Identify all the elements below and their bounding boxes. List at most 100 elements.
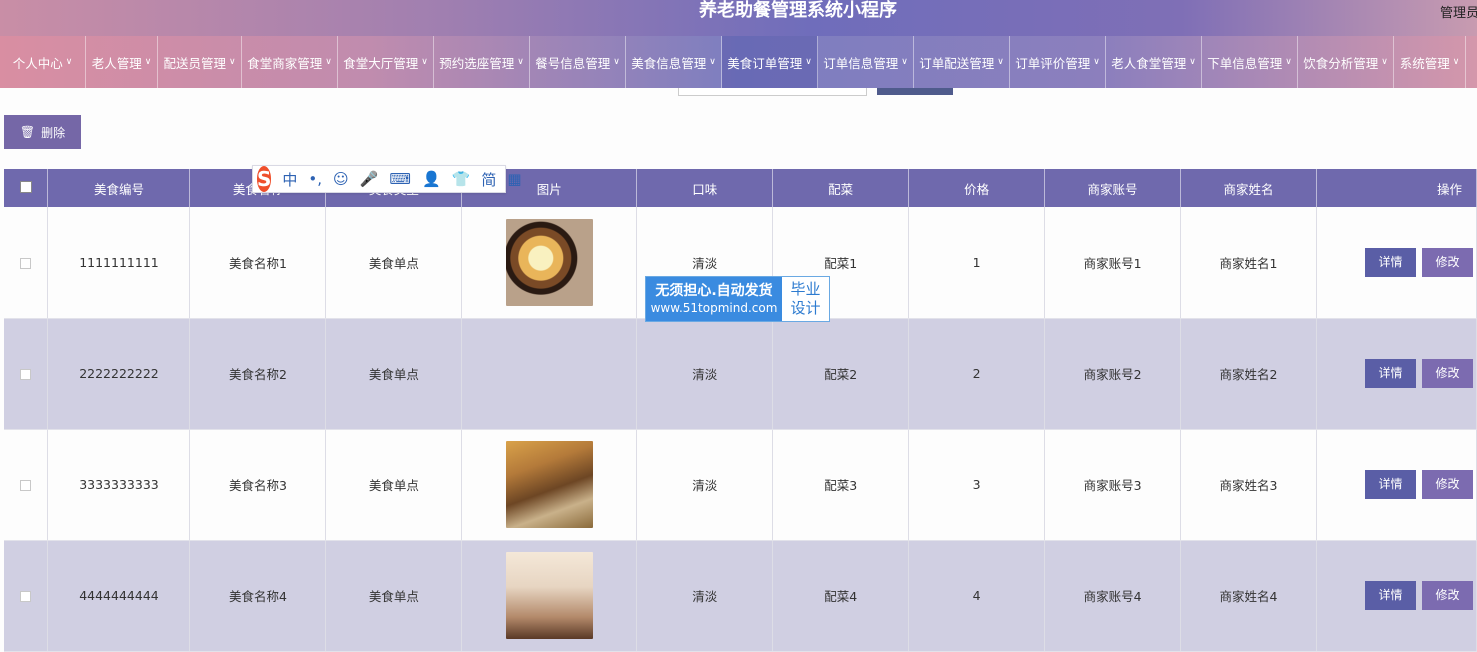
table-row: 3333333333 美食名称3 美食单点 清淡 配菜3 3 商家账号3 商家姓… <box>4 429 1477 541</box>
cell-name: 美食名称2 <box>189 318 327 430</box>
nav-item-seat-booking[interactable]: 预约选座管理 ∨ <box>434 36 530 88</box>
cell-side: 配菜3 <box>772 429 910 541</box>
nav-item-order-review[interactable]: 订单评价管理 ∨ <box>1010 36 1106 88</box>
ime-keyboard-icon[interactable]: ⌨ <box>389 170 411 188</box>
row-checkbox[interactable] <box>20 480 32 491</box>
select-all-checkbox[interactable] <box>19 180 32 193</box>
cell-side: 配菜2 <box>772 318 910 430</box>
nav-item-personal-center[interactable]: 个人中心 ∨ <box>0 36 86 88</box>
chevron-down-icon: ∨ <box>65 57 73 67</box>
app-title: 养老助餐管理系统小程序 <box>699 0 897 21</box>
nav-item-food-info[interactable]: 美食信息管理 ∨ <box>626 36 722 88</box>
cell-side: 配菜4 <box>772 540 910 652</box>
food-image <box>505 441 593 528</box>
main-nav: 个人中心 ∨ 老人管理 ∨ 配送员管理 ∨ 食堂商家管理 ∨ 食堂大厅管理 ∨ 预约选座管… <box>0 36 1477 88</box>
row-checkbox[interactable] <box>20 257 32 269</box>
ime-skin-icon[interactable]: 👕 <box>452 170 471 188</box>
food-table: 美食编号 美食名称 美食类型 图片 口味 配菜 价格 商家账号 商家姓名 操作 … <box>4 169 1477 652</box>
search-input[interactable] <box>678 88 867 96</box>
detail-button[interactable]: 详情 <box>1365 359 1416 388</box>
watermark-side-top: 毕业 <box>790 280 821 298</box>
food-image-empty <box>461 318 638 430</box>
watermark-main-text: 无须担心.自动发货 <box>655 283 773 299</box>
nav-item-system[interactable]: 系统管理 ∨ <box>1394 36 1466 88</box>
cell-taste: 清淡 <box>636 318 774 430</box>
nav-item-elderly-canteen[interactable]: 老人食堂管理 ∨ <box>1106 36 1202 88</box>
edit-button[interactable]: 修改 <box>1422 247 1473 277</box>
chevron-down-icon: ∨ <box>709 57 716 67</box>
trash-icon: 🗑 <box>19 125 36 139</box>
row-checkbox[interactable] <box>20 369 32 380</box>
cell-type: 美食单点 <box>325 207 463 319</box>
ime-emoji-icon[interactable]: ☺ <box>333 170 349 188</box>
col-header: 美食编号 <box>47 169 191 207</box>
detail-button[interactable]: 详情 <box>1365 581 1416 610</box>
cell-owner: 商家姓名4 <box>1180 540 1317 652</box>
food-image <box>505 552 593 639</box>
delete-button[interactable]: 🗑 删除 <box>4 115 81 149</box>
search-button[interactable] <box>877 88 953 95</box>
ime-toolbox-icon[interactable]: ▦ <box>507 170 521 188</box>
watermark-url: www.51topmind.com <box>650 301 778 315</box>
ime-voice-icon[interactable]: 🎤 <box>360 170 379 188</box>
watermark-badge: 无须担心.自动发货 www.51topmind.com 毕业 设计 <box>645 276 830 322</box>
chevron-down-icon: ∨ <box>325 57 332 67</box>
cell-owner: 商家姓名2 <box>1180 318 1317 430</box>
cell-type: 美食单点 <box>325 429 463 541</box>
ime-chinese-mode-icon[interactable]: 中 <box>282 169 297 190</box>
nav-item-canteen-merchant[interactable]: 食堂商家管理 ∨ <box>242 36 338 88</box>
admin-user-label[interactable]: 管理员 <box>1440 2 1477 21</box>
sogou-logo-icon: S <box>257 166 272 192</box>
col-header: 配菜 <box>772 169 910 207</box>
cell-price: 1 <box>908 207 1046 319</box>
cell-account: 商家账号4 <box>1044 540 1182 652</box>
nav-item-canteen-hall[interactable]: 食堂大厅管理 ∨ <box>338 36 434 88</box>
detail-button[interactable]: 详情 <box>1365 470 1416 499</box>
nav-item-courier[interactable]: 配送员管理 ∨ <box>158 36 242 88</box>
nav-item-food-orders[interactable]: 美食订单管理 ∨ <box>722 36 818 88</box>
edit-button[interactable]: 修改 <box>1422 359 1473 388</box>
chevron-down-icon: ∨ <box>1452 57 1460 67</box>
chevron-down-icon: ∨ <box>1285 57 1292 67</box>
chevron-down-icon: ∨ <box>613 57 620 67</box>
cell-name: 美食名称4 <box>189 540 327 652</box>
cell-account: 商家账号1 <box>1044 207 1182 319</box>
cell-code: 4444444444 <box>47 540 191 652</box>
cell-name: 美食名称3 <box>189 429 327 541</box>
nav-item-elderly[interactable]: 老人管理 ∨ <box>86 36 158 88</box>
col-header: 操作 <box>1316 169 1477 207</box>
table-row: 4444444444 美食名称4 美食单点 清淡 配菜4 4 商家账号4 商家姓… <box>4 540 1477 652</box>
chevron-down-icon: ∨ <box>901 57 908 67</box>
edit-button[interactable]: 修改 <box>1422 470 1473 499</box>
nav-item-diet-analysis[interactable]: 饮食分析管理 ∨ <box>1298 36 1394 88</box>
nav-item-order-info[interactable]: 订单信息管理 ∨ <box>818 36 914 88</box>
row-checkbox[interactable] <box>20 591 32 602</box>
cell-account: 商家账号3 <box>1044 429 1182 541</box>
cell-owner: 商家姓名3 <box>1180 429 1317 541</box>
cell-owner: 商家姓名1 <box>1180 207 1317 319</box>
chevron-down-icon: ∨ <box>228 57 236 67</box>
select-all-checkbox-cell[interactable] <box>4 169 49 207</box>
col-header: 价格 <box>908 169 1046 207</box>
cell-price: 4 <box>908 540 1046 652</box>
cell-account: 商家账号2 <box>1044 318 1182 430</box>
food-image <box>505 218 593 306</box>
nav-item-order-placement[interactable]: 下单信息管理 ∨ <box>1202 36 1298 88</box>
nav-item-meal-number[interactable]: 餐号信息管理 ∨ <box>530 36 626 88</box>
detail-button[interactable]: 详情 <box>1365 247 1416 277</box>
ime-user-icon[interactable]: 👤 <box>422 170 441 188</box>
chevron-down-icon: ∨ <box>517 57 524 67</box>
chevron-down-icon: ∨ <box>1189 57 1196 67</box>
chevron-down-icon: ∨ <box>144 57 152 67</box>
cell-type: 美食单点 <box>325 318 463 430</box>
cell-type: 美食单点 <box>325 540 463 652</box>
ime-toolbar: S 中 •, ☺ 🎤 ⌨ 👤 👕 简 ▦ <box>252 165 522 193</box>
cell-taste: 清淡 <box>636 429 774 541</box>
chevron-down-icon: ∨ <box>421 57 428 67</box>
nav-item-order-delivery[interactable]: 订单配送管理 ∨ <box>914 36 1010 88</box>
cell-code: 1111111111 <box>47 207 191 319</box>
chevron-down-icon: ∨ <box>1093 57 1100 67</box>
ime-simplified-icon[interactable]: 简 <box>481 169 496 190</box>
ime-punctuation-icon[interactable]: •, <box>308 170 322 188</box>
edit-button[interactable]: 修改 <box>1422 581 1473 610</box>
